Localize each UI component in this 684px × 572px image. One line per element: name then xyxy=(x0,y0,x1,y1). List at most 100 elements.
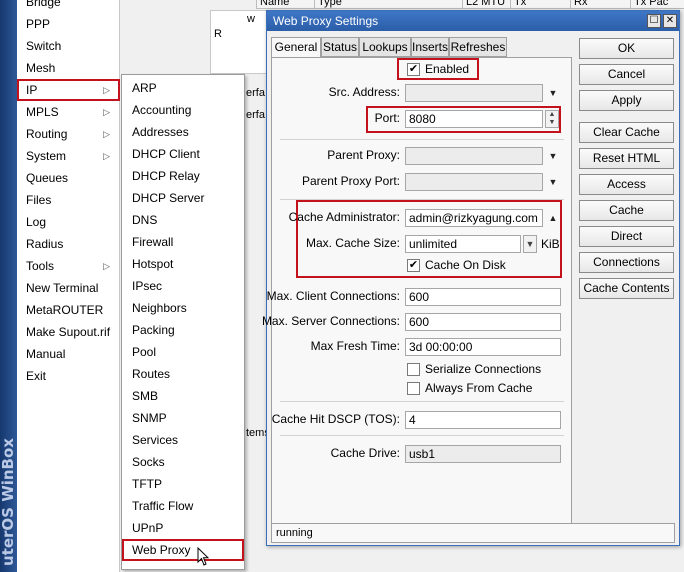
side-menu-item-switch[interactable]: Switch xyxy=(17,35,120,57)
src-address-dropdown-icon[interactable]: ▼ xyxy=(547,87,559,99)
connections-button[interactable]: Connections xyxy=(579,252,674,273)
side-menu-item-log[interactable]: Log xyxy=(17,211,120,233)
side-menu-item-label: Routing xyxy=(26,127,68,141)
ip-submenu-item-services[interactable]: Services xyxy=(122,429,244,451)
side-menu-item-mesh[interactable]: Mesh xyxy=(17,57,120,79)
side-menu-item-bridge[interactable]: Bridge xyxy=(17,0,120,13)
tab-lookups[interactable]: Lookups xyxy=(359,37,411,57)
side-menu-item-routing[interactable]: Routing ▷ xyxy=(17,123,120,145)
ip-submenu-item-snmp[interactable]: SNMP xyxy=(122,407,244,429)
max-cache-size-field[interactable]: unlimited xyxy=(405,235,521,253)
parent-proxy-port-field[interactable] xyxy=(405,173,543,191)
ip-submenu-item-socks[interactable]: Socks xyxy=(122,451,244,473)
side-menu-item-manual[interactable]: Manual xyxy=(17,343,120,365)
tab-inserts[interactable]: Inserts xyxy=(411,37,449,57)
dialog-titlebar[interactable]: Web Proxy Settings ☐ ✕ xyxy=(267,11,679,31)
side-menu-item-radius[interactable]: Radius xyxy=(17,233,120,255)
ip-submenu-item-accounting[interactable]: Accounting xyxy=(122,99,244,121)
ip-submenu-item-firewall[interactable]: Firewall xyxy=(122,231,244,253)
ip-submenu-item-routes[interactable]: Routes xyxy=(122,363,244,385)
status-bar: running xyxy=(271,523,675,543)
ip-submenu-item-neighbors[interactable]: Neighbors xyxy=(122,297,244,319)
access-button[interactable]: Access xyxy=(579,174,674,195)
side-menu-item-system[interactable]: System ▷ xyxy=(17,145,120,167)
serialize-conn-label: Serialize Connections xyxy=(425,362,542,376)
side-menu-item-tools[interactable]: Tools ▷ xyxy=(17,255,120,277)
max-cache-size-dropdown-icon[interactable]: ▼ xyxy=(523,235,537,253)
max-client-conn-field[interactable]: 600 xyxy=(405,288,561,306)
cache-admin-label: Cache Administrator: xyxy=(288,210,400,224)
side-menu-item-queues[interactable]: Queues xyxy=(17,167,120,189)
ip-submenu-item-web-proxy[interactable]: Web Proxy xyxy=(122,539,244,561)
side-menu-item-make-supout-rif[interactable]: Make Supout.rif xyxy=(17,321,120,343)
side-menu-item-ppp[interactable]: PPP xyxy=(17,13,120,35)
clear-cache-button[interactable]: Clear Cache xyxy=(579,122,674,143)
side-menu-item-files[interactable]: Files xyxy=(17,189,120,211)
cache-on-disk-checkbox[interactable]: ✔ xyxy=(407,259,420,272)
enabled-checkbox[interactable]: ✔ xyxy=(407,63,420,76)
ip-submenu-item-upnp[interactable]: UPnP xyxy=(122,517,244,539)
side-menu-item-label: System xyxy=(26,149,67,163)
tab-status[interactable]: Status xyxy=(321,37,359,57)
side-menu-item-exit[interactable]: Exit xyxy=(17,365,120,387)
side-menu-item-ip[interactable]: IP ▷ xyxy=(17,79,120,101)
serialize-conn-checkbox[interactable] xyxy=(407,363,420,376)
ip-submenu-item-traffic-flow[interactable]: Traffic Flow xyxy=(122,495,244,517)
close-icon[interactable]: ✕ xyxy=(663,14,677,28)
always-from-cache-label: Always From Cache xyxy=(425,381,533,395)
ip-submenu-item-dhcp-client[interactable]: DHCP Client xyxy=(122,143,244,165)
max-server-conn-field[interactable]: 600 xyxy=(405,313,561,331)
direct-button[interactable]: Direct xyxy=(579,226,674,247)
cancel-button[interactable]: Cancel xyxy=(579,64,674,85)
ip-submenu-item-tftp[interactable]: TFTP xyxy=(122,473,244,495)
side-menu-item-metarouter[interactable]: MetaROUTER xyxy=(17,299,120,321)
row-flag: R xyxy=(214,28,222,40)
always-from-cache-checkbox[interactable] xyxy=(407,382,420,395)
port-label: Port: xyxy=(374,111,400,125)
parent-proxy-dropdown-icon[interactable]: ▼ xyxy=(547,150,559,162)
port-spinner-icon[interactable]: ▲ ▼ xyxy=(545,110,559,128)
enabled-label: Enabled xyxy=(425,62,470,76)
cache-hit-dscp-label: Cache Hit DSCP (TOS): xyxy=(271,412,400,426)
ip-submenu-item-dhcp-server[interactable]: DHCP Server xyxy=(122,187,244,209)
ip-submenu-item-pool[interactable]: Pool xyxy=(122,341,244,363)
max-fresh-time-field[interactable]: 3d 00:00:00 xyxy=(405,338,561,356)
parent-proxy-field[interactable] xyxy=(405,147,543,165)
src-address-field[interactable] xyxy=(405,84,543,102)
tab-body-general: ✔ Enabled Src. Address: ▼ Port: 8080 ▲ ▼ … xyxy=(262,57,572,527)
max-cache-size-unit: KiB xyxy=(541,237,560,251)
cache-button[interactable]: Cache xyxy=(579,200,674,221)
side-menu-item-mpls[interactable]: MPLS ▷ xyxy=(17,101,120,123)
cache-admin-collapse-icon[interactable]: ▲ xyxy=(547,212,559,224)
cache-contents-button[interactable]: Cache Contents xyxy=(579,278,674,299)
cache-on-disk-label: Cache On Disk xyxy=(425,258,506,272)
reset-html-button[interactable]: Reset HTML xyxy=(579,148,674,169)
background-column-tx: Tx xyxy=(510,0,526,8)
background-table-header: Name Type L2 MTU Tx Rx Tx Pac xyxy=(256,0,684,9)
parent-proxy-label: Parent Proxy: xyxy=(327,148,400,162)
ip-submenu-item-smb[interactable]: SMB xyxy=(122,385,244,407)
parent-proxy-port-dropdown-icon[interactable]: ▼ xyxy=(547,176,559,188)
side-menu-item-new-terminal[interactable]: New Terminal xyxy=(17,277,120,299)
side-menu-item-label: MetaROUTER xyxy=(26,303,104,317)
port-field[interactable]: 8080 xyxy=(405,110,543,128)
cache-admin-field[interactable]: admin@rizkyagung.com xyxy=(405,209,543,227)
maximize-icon[interactable]: ☐ xyxy=(647,14,661,28)
panel-text-1: erfa xyxy=(246,87,265,99)
apply-button[interactable]: Apply xyxy=(579,90,674,111)
ip-submenu-item-packing[interactable]: Packing xyxy=(122,319,244,341)
ip-submenu-item-hotspot[interactable]: Hotspot xyxy=(122,253,244,275)
tab-general[interactable]: General xyxy=(271,37,321,58)
dialog-title: Web Proxy Settings xyxy=(273,14,379,28)
ip-submenu-item-dns[interactable]: DNS xyxy=(122,209,244,231)
ip-submenu-item-dhcp-relay[interactable]: DHCP Relay xyxy=(122,165,244,187)
background-column-name: Name xyxy=(256,0,289,8)
status-text: running xyxy=(276,527,313,539)
ip-submenu-item-arp[interactable]: ARP xyxy=(122,77,244,99)
cache-hit-dscp-field[interactable]: 4 xyxy=(405,411,561,429)
ip-submenu-item-addresses[interactable]: Addresses xyxy=(122,121,244,143)
ip-submenu: ARP Accounting Addresses DHCP Client DHCP Re… xyxy=(121,74,245,570)
ok-button[interactable]: OK xyxy=(579,38,674,59)
ip-submenu-item-ipsec[interactable]: IPsec xyxy=(122,275,244,297)
tab-refreshes[interactable]: Refreshes xyxy=(449,37,507,57)
